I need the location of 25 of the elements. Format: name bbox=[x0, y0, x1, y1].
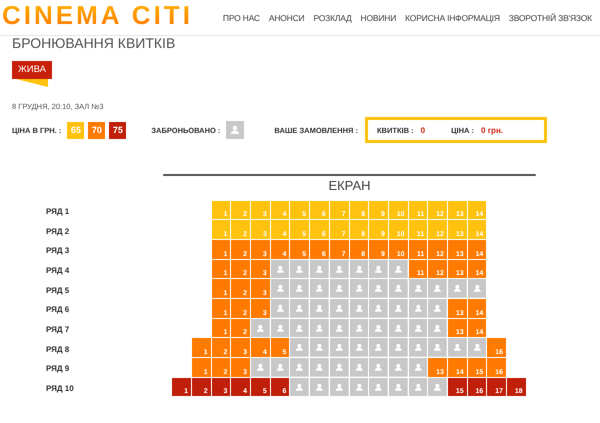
nav-link[interactable]: НОВИНИ bbox=[360, 12, 396, 22]
row-label: РЯД 3 bbox=[46, 246, 70, 256]
row-label: РЯД 5 bbox=[46, 286, 70, 295]
row-label: РЯД 10 bbox=[46, 384, 74, 394]
row-label: РЯД 6 bbox=[46, 305, 70, 314]
nav-link[interactable]: РОЗКЛАД bbox=[313, 12, 352, 22]
row-label: РЯД 4 bbox=[46, 266, 70, 275]
price-swatch: 75 bbox=[109, 122, 126, 138]
nav-link[interactable]: КОРИСНА ІНФОРМАЦІЯ bbox=[405, 12, 500, 22]
row-label: РЯД 1 bbox=[46, 206, 70, 216]
film-tag[interactable]: ЖИВА bbox=[12, 61, 52, 79]
nav-link[interactable]: ЗВОРОТНІЙ ЗВ'ЯЗОК bbox=[508, 12, 592, 22]
total-price: 0 грн. bbox=[481, 126, 503, 134]
booked-seat-icon bbox=[226, 121, 244, 139]
row-label: РЯД 9 bbox=[46, 364, 70, 374]
price-swatch: 70 bbox=[88, 122, 106, 138]
screen-label: ЕКРАН bbox=[328, 178, 371, 195]
page-title: БРОНЮВАННЯ КВИТКІВ bbox=[12, 36, 176, 48]
price-swatch: 65 bbox=[67, 122, 84, 138]
nav-link[interactable]: ПРО НАС bbox=[222, 12, 260, 22]
nav-link[interactable]: АНОНСИ bbox=[268, 12, 304, 22]
row-label: РЯД 8 bbox=[46, 344, 70, 354]
tickets-count: 0 bbox=[420, 126, 426, 134]
row-label: РЯД 2 bbox=[46, 226, 70, 236]
row-label: РЯД 7 bbox=[46, 324, 70, 334]
